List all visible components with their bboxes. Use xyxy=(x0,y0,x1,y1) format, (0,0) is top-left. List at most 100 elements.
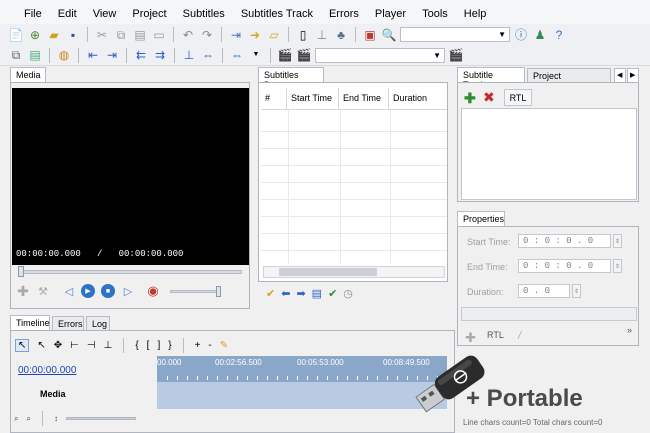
tab-properties[interactable]: Properties xyxy=(457,211,505,227)
check-icon[interactable]: ✔ xyxy=(266,287,275,300)
save-icon[interactable]: ▪ xyxy=(65,27,81,43)
properties-rtl-button[interactable]: RTL xyxy=(487,330,504,340)
menu-tools[interactable]: Tools xyxy=(414,8,456,20)
prev-frame-icon[interactable]: ◁ xyxy=(62,284,76,298)
menu-help[interactable]: Help xyxy=(456,8,495,20)
join-icon[interactable]: ⇔ xyxy=(200,47,216,63)
delete-icon[interactable]: ▭ xyxy=(151,27,167,43)
film-icon-2[interactable]: 🎬 xyxy=(448,47,464,63)
menu-subtitles-track[interactable]: Subtitles Track xyxy=(233,8,321,20)
film-icon[interactable]: 🎬 xyxy=(277,47,293,63)
find-icon[interactable]: 🔍 xyxy=(381,27,397,43)
height-icon[interactable]: ↕ xyxy=(54,414,58,423)
tree-icon[interactable]: ♣ xyxy=(333,27,349,43)
italic-icon[interactable]: / xyxy=(518,330,521,342)
merge-right-icon[interactable]: ⇥ xyxy=(104,47,120,63)
mark-in-icon[interactable]: ⊢ xyxy=(70,340,79,351)
add-track-icon[interactable]: ✚ xyxy=(464,90,476,107)
download-icon[interactable]: ⊥ xyxy=(314,27,330,43)
accept-icon[interactable]: ✔ xyxy=(328,287,337,300)
bracket-left-icon[interactable]: [ xyxy=(147,340,150,351)
style-dropdown[interactable]: ▼ xyxy=(315,47,445,63)
new-file-icon[interactable]: 📄 xyxy=(8,27,24,43)
expand-icon[interactable]: » xyxy=(627,325,632,335)
start-time-spinner[interactable]: ⇕ xyxy=(613,234,622,248)
tab-media[interactable]: Media xyxy=(10,67,46,83)
move-right-icon[interactable]: ➡ xyxy=(296,287,305,300)
menu-view[interactable]: View xyxy=(85,8,125,20)
bracket-open-icon[interactable]: { xyxy=(135,340,138,351)
add-text-icon[interactable]: ✚ xyxy=(465,330,476,346)
dropdown-arrow-icon[interactable]: ▼ xyxy=(248,47,264,63)
menu-subtitles[interactable]: Subtitles xyxy=(175,8,233,20)
timeline-current-time[interactable]: 00:00:00.000 xyxy=(18,365,76,376)
menu-player[interactable]: Player xyxy=(367,8,414,20)
toolbar-dropdown[interactable]: ▼ xyxy=(400,27,510,42)
subtitle-icon[interactable]: ◍ xyxy=(56,47,72,63)
end-time-field[interactable]: 0 : 0 : 0 . 0 xyxy=(518,259,611,273)
paste-icon[interactable]: ▤ xyxy=(132,27,148,43)
menu-edit[interactable]: Edit xyxy=(50,8,85,20)
help-icon[interactable]: ? xyxy=(551,27,567,43)
zoom-in-icon[interactable]: + xyxy=(195,340,201,351)
marker-icon[interactable]: ✎ xyxy=(220,340,228,351)
duration-spinner[interactable]: ⇕ xyxy=(572,284,581,298)
add-media-icon[interactable]: ✚ xyxy=(16,283,30,299)
mark-out-icon[interactable]: ⊣ xyxy=(87,340,96,351)
paste-special-icon[interactable]: ▤ xyxy=(27,47,43,63)
record-icon[interactable]: ◉ xyxy=(146,283,160,298)
shift-right-icon[interactable]: ⇉ xyxy=(152,47,168,63)
import-icon[interactable]: ⇥ xyxy=(228,27,244,43)
menu-file[interactable]: File xyxy=(16,8,50,20)
video-display[interactable] xyxy=(12,88,249,265)
select-tool-icon[interactable]: ↖ xyxy=(15,338,30,352)
col-duration[interactable]: Duration xyxy=(389,88,445,109)
tools-icon[interactable]: ⚒ xyxy=(36,284,50,298)
track-rtl-button[interactable]: RTL xyxy=(504,89,532,106)
copy-icon[interactable]: ⧉ xyxy=(8,47,24,63)
user-icon[interactable]: ♟ xyxy=(532,27,548,43)
col-end-time[interactable]: End Time xyxy=(339,88,389,109)
menu-project[interactable]: Project xyxy=(124,8,174,20)
col-number[interactable]: # xyxy=(261,88,287,109)
merge-left-icon[interactable]: ⇤ xyxy=(85,47,101,63)
subtitle-tracks-list[interactable] xyxy=(461,108,637,200)
tab-subtitle-tracks[interactable]: Subtitle Tracks xyxy=(457,67,525,90)
document-icon[interactable]: ▯ xyxy=(295,27,311,43)
volume-thumb[interactable] xyxy=(216,286,221,297)
move-left-icon[interactable]: ⬅ xyxy=(281,287,290,300)
next-frame-icon[interactable]: ▷ xyxy=(121,284,135,298)
folder-open-icon[interactable]: ▱ xyxy=(266,27,282,43)
zoom-reset-icon[interactable]: ⌕ xyxy=(26,414,30,424)
snap-icon[interactable]: ⊥ xyxy=(104,340,113,351)
tab-timeline[interactable]: Timeline xyxy=(10,315,50,331)
bracket-right-icon[interactable]: ] xyxy=(157,340,160,351)
pointer-icon[interactable]: ↖ xyxy=(37,340,45,351)
play-icon[interactable]: ▶ xyxy=(81,284,95,298)
timeline-ruler[interactable]: 00.000 00:02:56.500 00:05:53.000 00:08:4… xyxy=(157,356,447,382)
redo-icon[interactable]: ↷ xyxy=(199,27,215,43)
start-time-field[interactable]: 0 : 0 : 0 . 0 xyxy=(518,234,611,248)
end-time-spinner[interactable]: ⇕ xyxy=(613,259,622,273)
bracket-close-icon[interactable]: } xyxy=(168,340,171,351)
move-icon[interactable]: ✥ xyxy=(54,340,62,351)
history-icon[interactable]: ◷ xyxy=(343,287,353,300)
split-icon[interactable]: ⊥ xyxy=(181,47,197,63)
remove-track-icon[interactable]: ✖ xyxy=(483,89,495,106)
zoom-slider[interactable] xyxy=(65,417,136,420)
stop-icon[interactable]: ■ xyxy=(101,284,115,298)
resize-icon[interactable]: ⇔ xyxy=(229,47,245,63)
timeline-track-area[interactable] xyxy=(157,382,447,409)
seek-bar[interactable] xyxy=(18,270,242,274)
duration-field[interactable]: 0 . 0 xyxy=(518,284,570,298)
copy-icon[interactable]: ⧉ xyxy=(113,27,129,43)
tab-subtitles-data[interactable]: Subtitles Data xyxy=(258,67,324,90)
info-icon[interactable]: ⓘ xyxy=(513,27,529,43)
shift-left-icon[interactable]: ⇇ xyxy=(133,47,149,63)
cut-icon[interactable]: ✂ xyxy=(94,27,110,43)
undo-icon[interactable]: ↶ xyxy=(180,27,196,43)
zoom-fit-icon[interactable]: ⌕ xyxy=(14,414,18,424)
zoom-out-icon[interactable]: - xyxy=(208,340,211,351)
open-file-icon[interactable]: ⊕ xyxy=(27,27,43,43)
export-icon[interactable]: ➜ xyxy=(247,27,263,43)
